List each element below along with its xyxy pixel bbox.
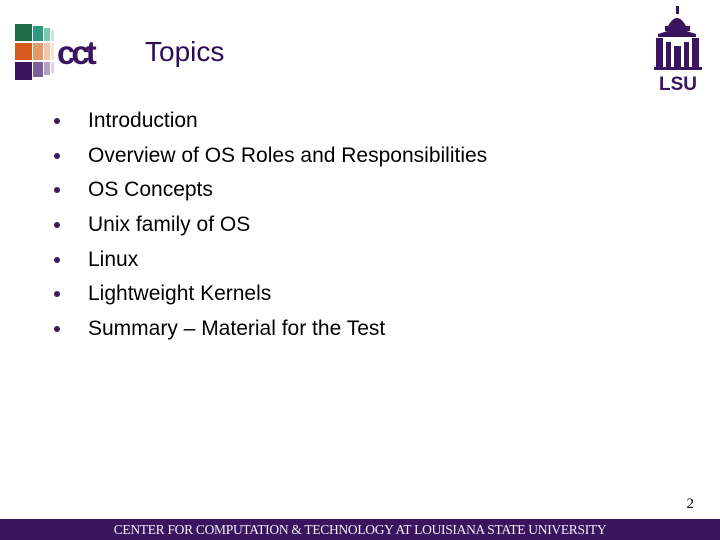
list-item: Linux — [50, 245, 487, 280]
slide-title: Topics — [145, 36, 225, 67]
list-item-label: OS Concepts — [88, 178, 213, 202]
bullet-icon — [54, 118, 60, 124]
bullet-icon — [54, 291, 60, 298]
bullet-icon — [54, 256, 60, 263]
bullet-icon — [54, 222, 60, 229]
page-number: 2 — [686, 496, 695, 512]
lsu-tower-icon — [654, 6, 702, 70]
list-item: Overview of OS Roles and Responsibilitie… — [50, 141, 487, 176]
bullet-icon — [54, 187, 60, 194]
lsu-wordmark: LSU — [659, 74, 697, 92]
cct-wordmark: cct — [57, 34, 97, 71]
list-item: Summary – Material for the Test — [50, 314, 487, 349]
footer-text: CENTER FOR COMPUTATION & TECHNOLOGY AT L… — [113, 522, 607, 537]
list-item-label: Linux — [88, 247, 139, 271]
list-item: OS Concepts — [50, 175, 487, 210]
list-item-label: Overview of OS Roles and Responsibilitie… — [88, 143, 488, 167]
bullet-icon — [54, 326, 60, 333]
footer-bar: CENTER FOR COMPUTATION & TECHNOLOGY AT L… — [0, 519, 720, 540]
topics-list: Introduction Overview of OS Roles and Re… — [50, 106, 487, 349]
list-item-label: Summary – Material for the Test — [88, 317, 386, 341]
lsu-logo: LSU — [654, 6, 702, 92]
list-item: Introduction — [50, 106, 487, 141]
list-item-label: Lightweight Kernels — [88, 282, 272, 306]
list-item-label: Introduction — [88, 109, 198, 132]
list-item: Lightweight Kernels — [50, 279, 487, 314]
cct-logo: cct — [15, 24, 101, 80]
cct-color-grid-icon — [15, 24, 54, 80]
list-item-label: Unix family of OS — [88, 213, 251, 237]
bullet-icon — [54, 152, 60, 159]
list-item: Unix family of OS — [50, 210, 487, 245]
